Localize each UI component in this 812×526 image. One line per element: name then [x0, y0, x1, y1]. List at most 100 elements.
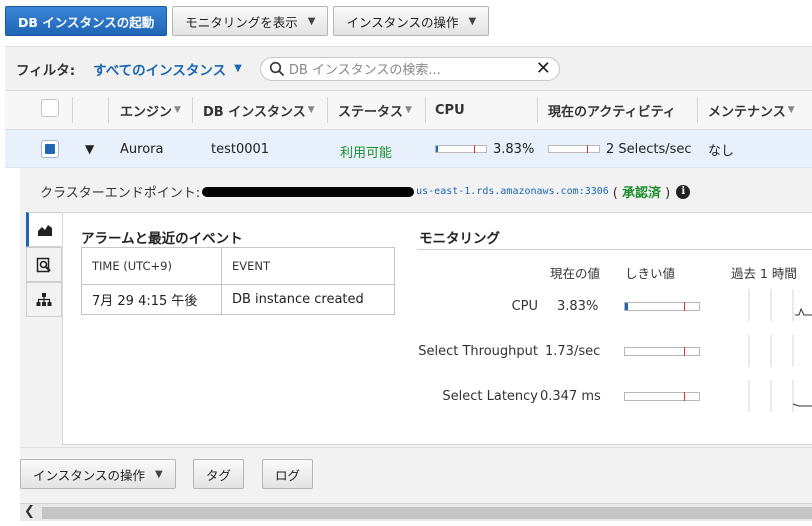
- column-header-cpu[interactable]: CPU: [435, 91, 465, 129]
- sparkline-chart: [748, 380, 812, 412]
- top-toolbar: DB インスタンスの起動 モニタリングを表示 ▼ インスタンスの操作 ▼: [5, 6, 490, 38]
- tags-label: タグ: [206, 467, 232, 483]
- row-checkbox[interactable]: [41, 140, 59, 158]
- scrollbar-thumb[interactable]: [42, 507, 812, 519]
- clear-search-icon[interactable]: ✕: [536, 58, 551, 79]
- bottom-instance-actions-label: インスタンスの操作: [33, 467, 146, 483]
- cpu-usage-fill: [436, 146, 438, 152]
- bottom-action-bar: インスタンスの操作 ▼ タグ ログ: [20, 447, 812, 503]
- tab-monitoring[interactable]: [26, 212, 62, 247]
- cpu-usage-bar: [435, 145, 487, 153]
- select-all-checkbox[interactable]: [41, 99, 59, 117]
- filter-label: フィルタ:: [16, 62, 76, 79]
- instance-actions-button[interactable]: インスタンスの操作 ▼: [333, 6, 490, 36]
- engine-header-label: エンジン: [120, 104, 173, 120]
- column-divider: [425, 97, 426, 123]
- search-placeholder: DB インスタンスの検索...: [288, 63, 441, 78]
- metric-value: 0.347 ms: [540, 389, 601, 404]
- threshold-marker: [684, 347, 685, 356]
- events-table: TIME (UTC+9) EVENT 7月 29 4:15 午後 DB inst…: [81, 247, 395, 315]
- divider: [417, 249, 812, 250]
- threshold-marker: [587, 145, 588, 153]
- show-monitoring-label: モニタリングを表示: [185, 14, 298, 30]
- sparkline-chart: [748, 289, 812, 321]
- instance-header-label: DB インスタンス: [203, 104, 306, 120]
- scroll-left-icon[interactable]: ❮: [24, 504, 35, 519]
- activity-bar: [548, 145, 600, 153]
- time-column-header: TIME (UTC+9): [81, 247, 222, 285]
- search-icon: [269, 61, 284, 76]
- filter-dropdown[interactable]: すべてのインスタンス ▼: [93, 59, 242, 79]
- detail-tabs: [26, 212, 62, 317]
- column-header-status[interactable]: ステータス ▼: [338, 91, 412, 129]
- area-chart-icon: [38, 224, 52, 236]
- instance-table-header: エンジン ▼ DB インスタンス ▼ ステータス ▼ CPU 現在のアクティビティ メ…: [5, 90, 812, 130]
- activity-cell: 2 Selects/sec: [548, 130, 692, 168]
- sort-caret-icon: ▼: [787, 105, 795, 115]
- metric-value: 1.73/sec: [545, 344, 601, 359]
- alarms-title: アラームと最近のイベント: [81, 231, 243, 247]
- event-description: DB instance created: [221, 284, 395, 315]
- sort-caret-icon: ▼: [307, 105, 315, 115]
- tags-button[interactable]: タグ: [193, 459, 245, 489]
- threshold-bar: [624, 392, 700, 401]
- instance-cell[interactable]: test0001: [211, 130, 269, 168]
- column-divider: [108, 97, 109, 123]
- search-input[interactable]: DB インスタンスの検索... ✕: [259, 56, 560, 81]
- sparkline-line: [795, 307, 812, 316]
- chevron-down-icon: ▼: [234, 63, 242, 74]
- logs-button[interactable]: ログ: [262, 459, 314, 489]
- sparkline-line: [792, 403, 812, 407]
- column-divider: [537, 97, 538, 123]
- table-row[interactable]: ▼ Aurora test0001 利用可能 3.83% 2 Selects/s…: [5, 130, 812, 168]
- monitoring-panel: アラームと最近のイベント TIME (UTC+9) EVENT 7月 29 4:…: [62, 212, 812, 445]
- cpu-cell: 3.83%: [435, 130, 534, 168]
- metric-name: CPU: [511, 299, 538, 314]
- threshold-marker: [684, 392, 685, 401]
- column-divider: [327, 97, 328, 123]
- tab-details[interactable]: [26, 247, 62, 282]
- metric-name: Select Throughput: [418, 344, 538, 359]
- bottom-instance-actions-button[interactable]: インスタンスの操作 ▼: [20, 459, 176, 489]
- hierarchy-icon: [36, 292, 52, 306]
- launch-db-instance-button[interactable]: DB インスタンスの起動: [5, 6, 168, 36]
- threshold-marker: [684, 302, 685, 311]
- cpu-value: 3.83%: [493, 141, 535, 157]
- activity-header-label: 現在のアクティビティ: [548, 104, 676, 120]
- event-column-header: EVENT: [221, 247, 395, 285]
- sort-caret-icon: ▼: [405, 105, 412, 115]
- chevron-down-icon: ▼: [307, 15, 316, 27]
- endpoint-label: クラスターエンドポイント:: [40, 186, 201, 201]
- metric-value: 3.83%: [557, 299, 599, 314]
- column-header-maintenance[interactable]: メンテナンス ▼: [708, 91, 795, 129]
- metric-level-fill: [625, 303, 628, 310]
- column-header-instance[interactable]: DB インスタンス ▼: [203, 91, 315, 129]
- threshold-bar: [624, 302, 700, 311]
- status-cell: 利用可能: [340, 145, 393, 161]
- events-header-row: TIME (UTC+9) EVENT: [81, 247, 395, 285]
- cluster-endpoint: クラスターエンドポイント: us-east-1.rds.amazonaws.co…: [40, 182, 691, 201]
- tab-topology[interactable]: [26, 282, 62, 317]
- metric-name: Select Latency: [442, 389, 538, 404]
- chevron-down-icon: ▼: [468, 15, 477, 27]
- monitoring-title: モニタリング: [419, 231, 500, 247]
- endpoint-status-text: 承認済: [622, 186, 662, 201]
- chevron-down-icon: ▼: [155, 468, 163, 480]
- redacted-endpoint: [202, 186, 415, 197]
- maintenance-header-label: メンテナンス: [708, 104, 786, 120]
- info-icon[interactable]: i: [676, 184, 691, 199]
- sparkline-chart: [748, 335, 794, 367]
- column-header-engine[interactable]: エンジン ▼: [120, 91, 181, 129]
- endpoint-status: ( 承認済 ): [612, 186, 671, 201]
- endpoint-host[interactable]: us-east-1.rds.amazonaws.com:3306: [416, 186, 609, 197]
- instance-actions-label: インスタンスの操作: [346, 14, 459, 30]
- current-value-header: 現在の値: [550, 266, 601, 281]
- engine-cell: Aurora: [120, 141, 164, 157]
- column-header-activity[interactable]: 現在のアクティビティ: [548, 91, 676, 129]
- sort-caret-icon: ▼: [174, 105, 181, 115]
- horizontal-scrollbar[interactable]: ❮: [20, 503, 812, 521]
- expand-row-icon[interactable]: ▼: [85, 142, 94, 156]
- threshold-header: しきい値: [625, 266, 676, 281]
- status-header-label: ステータス: [338, 104, 404, 120]
- show-monitoring-button[interactable]: モニタリングを表示 ▼: [172, 6, 329, 36]
